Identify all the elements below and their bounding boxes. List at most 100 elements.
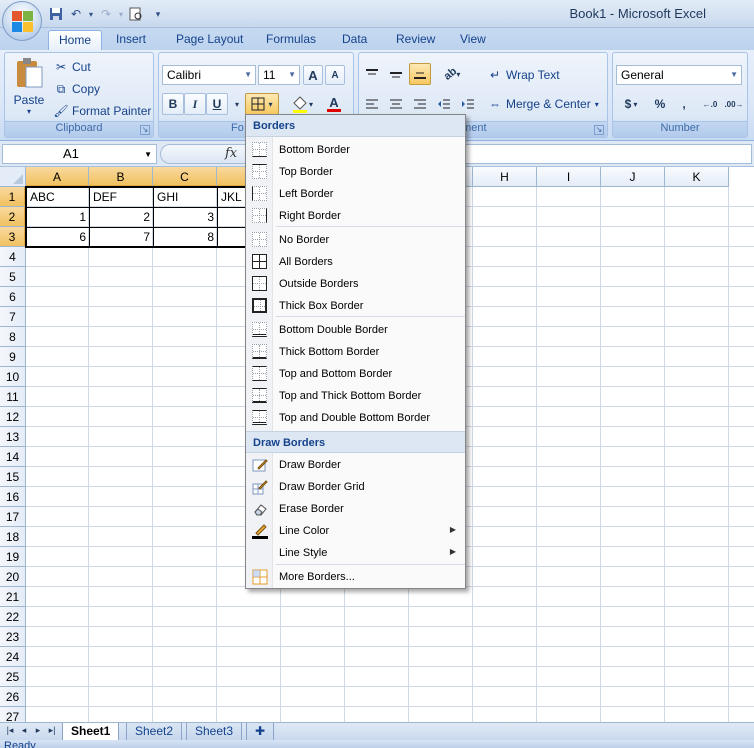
select-all-corner[interactable] xyxy=(0,167,26,187)
row-header-4[interactable]: 4 xyxy=(0,247,26,267)
row-header-22[interactable]: 22 xyxy=(0,607,26,627)
customize-qat-icon[interactable]: ▾ xyxy=(146,5,170,23)
save-icon[interactable] xyxy=(46,5,66,23)
menu-item-bottom-border[interactable]: Bottom Border xyxy=(246,139,465,161)
row-header-7[interactable]: 7 xyxy=(0,307,26,327)
row-header-12[interactable]: 12 xyxy=(0,407,26,427)
row-header-18[interactable]: 18 xyxy=(0,527,26,547)
menu-item-bottom-double-border[interactable]: Bottom Double Border xyxy=(246,319,465,341)
sheet-tab-2[interactable]: Sheet2 xyxy=(126,723,183,741)
number-format-combo[interactable]: General ▼ xyxy=(616,65,742,85)
last-sheet-icon[interactable]: ▸| xyxy=(46,725,58,739)
row-header-26[interactable]: 26 xyxy=(0,687,26,707)
row-header-16[interactable]: 16 xyxy=(0,487,26,507)
align-left-button[interactable] xyxy=(361,93,383,115)
tab-formulas[interactable]: Formulas xyxy=(256,30,326,50)
undo-icon[interactable]: ↶ xyxy=(66,5,86,23)
tab-insert[interactable]: Insert xyxy=(106,30,156,50)
menu-item-left-border[interactable]: Left Border xyxy=(246,183,465,205)
office-button[interactable] xyxy=(2,1,42,41)
row-header-23[interactable]: 23 xyxy=(0,627,26,647)
menu-item-top-and-thick-bottom-border[interactable]: Top and Thick Bottom Border xyxy=(246,385,465,407)
menu-item-all-borders[interactable]: All Borders xyxy=(246,251,465,273)
font-name-combo[interactable]: Calibri ▼ xyxy=(162,65,256,85)
menu-item-line-color[interactable]: Line Color ▶ xyxy=(246,520,465,542)
print-preview-icon[interactable] xyxy=(126,5,146,23)
paste-button[interactable]: Paste ▾ xyxy=(9,57,49,119)
percent-button[interactable]: % xyxy=(649,93,671,115)
row-header-27[interactable]: 27 xyxy=(0,707,26,722)
insert-sheet-icon[interactable]: ✚ xyxy=(246,723,274,741)
row-header-14[interactable]: 14 xyxy=(0,447,26,467)
tab-data[interactable]: Data xyxy=(332,30,377,50)
column-header-c[interactable]: C xyxy=(153,167,217,187)
font-size-combo[interactable]: 11 ▼ xyxy=(258,65,300,85)
row-header-2[interactable]: 2 xyxy=(0,207,26,227)
menu-item-draw-border-grid[interactable]: Draw Border Grid xyxy=(246,476,465,498)
align-top-button[interactable] xyxy=(361,63,383,85)
insert-function-icon[interactable]: fx xyxy=(225,146,237,161)
comma-button[interactable]: , xyxy=(673,93,695,115)
align-middle-button[interactable] xyxy=(385,63,407,85)
first-sheet-icon[interactable]: |◂ xyxy=(4,725,16,739)
underline-button[interactable]: U xyxy=(206,93,228,115)
italic-button[interactable]: I xyxy=(184,93,206,115)
row-header-13[interactable]: 13 xyxy=(0,427,26,447)
currency-button[interactable]: $ ▾ xyxy=(616,93,646,115)
tab-page-layout[interactable]: Page Layout xyxy=(166,30,253,50)
decrease-indent-button[interactable] xyxy=(433,93,455,115)
increase-decimal-button[interactable]: ←.0 xyxy=(699,93,721,115)
copy-button[interactable]: ⧉ Copy xyxy=(53,81,100,97)
column-header-j[interactable]: J xyxy=(601,167,665,187)
sheet-tab-3[interactable]: Sheet3 xyxy=(186,723,243,741)
menu-item-no-border[interactable]: No Border xyxy=(246,229,465,251)
underline-dropdown-icon[interactable]: ▾ xyxy=(231,93,243,115)
menu-item-outside-borders[interactable]: Outside Borders xyxy=(246,273,465,295)
row-header-17[interactable]: 17 xyxy=(0,507,26,527)
align-bottom-button[interactable] xyxy=(409,63,431,85)
menu-item-thick-box-border[interactable]: Thick Box Border xyxy=(246,295,465,317)
bold-button[interactable]: B xyxy=(162,93,184,115)
grow-font-button[interactable]: A xyxy=(303,65,323,85)
row-header-1[interactable]: 1 xyxy=(0,187,26,207)
align-center-button[interactable] xyxy=(385,93,407,115)
row-header-3[interactable]: 3 xyxy=(0,227,26,247)
orientation-button[interactable]: ab ▾ xyxy=(437,63,467,85)
next-sheet-icon[interactable]: ▸ xyxy=(32,725,44,739)
redo-dropdown-icon[interactable]: ▾ xyxy=(116,5,126,23)
font-color-button[interactable]: A xyxy=(319,93,349,115)
format-painter-button[interactable]: 🖌 Format Painter xyxy=(53,103,151,119)
prev-sheet-icon[interactable]: ◂ xyxy=(18,725,30,739)
menu-item-thick-bottom-border[interactable]: Thick Bottom Border xyxy=(246,341,465,363)
name-box[interactable]: A1 ▼ xyxy=(2,144,157,164)
row-header-6[interactable]: 6 xyxy=(0,287,26,307)
row-header-24[interactable]: 24 xyxy=(0,647,26,667)
row-header-21[interactable]: 21 xyxy=(0,587,26,607)
merge-center-button[interactable]: ⇔ Merge & Center ▾ xyxy=(487,96,599,112)
menu-item-top-and-bottom-border[interactable]: Top and Bottom Border xyxy=(246,363,465,385)
borders-split-button[interactable]: ▾ xyxy=(245,93,279,115)
row-header-25[interactable]: 25 xyxy=(0,667,26,687)
row-header-20[interactable]: 20 xyxy=(0,567,26,587)
wrap-text-button[interactable]: ↵ Wrap Text xyxy=(487,67,560,83)
menu-item-line-style[interactable]: Line Style ▶ xyxy=(246,542,465,564)
column-header-k[interactable]: K xyxy=(665,167,729,187)
undo-dropdown-icon[interactable]: ▾ xyxy=(86,5,96,23)
row-header-9[interactable]: 9 xyxy=(0,347,26,367)
clipboard-launcher-icon[interactable]: ↘ xyxy=(140,125,150,135)
redo-icon[interactable]: ↷ xyxy=(96,5,116,23)
row-header-5[interactable]: 5 xyxy=(0,267,26,287)
row-header-19[interactable]: 19 xyxy=(0,547,26,567)
column-header-i[interactable]: I xyxy=(537,167,601,187)
menu-item-more-borders[interactable]: More Borders... xyxy=(246,566,465,588)
row-header-11[interactable]: 11 xyxy=(0,387,26,407)
shrink-font-button[interactable]: A xyxy=(325,65,345,85)
sheet-tab-1[interactable]: Sheet1 xyxy=(62,723,120,741)
menu-item-top-and-double-bottom-border[interactable]: Top and Double Bottom Border xyxy=(246,407,465,429)
row-header-15[interactable]: 15 xyxy=(0,467,26,487)
alignment-launcher-icon[interactable]: ↘ xyxy=(594,125,604,135)
cut-button[interactable]: ✂ Cut xyxy=(53,59,91,75)
row-header-10[interactable]: 10 xyxy=(0,367,26,387)
menu-item-right-border[interactable]: Right Border xyxy=(246,205,465,227)
menu-item-erase-border[interactable]: Erase Border xyxy=(246,498,465,520)
